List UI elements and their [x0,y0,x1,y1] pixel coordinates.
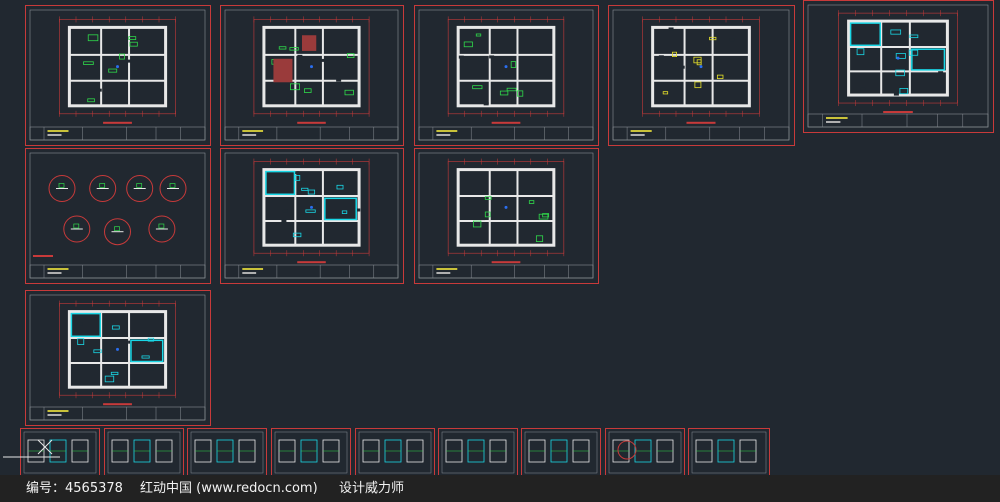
elevation-sheet-3 [187,428,267,475]
elevation-sheet-8 [605,428,685,475]
elevation-sheet-4 [271,428,351,475]
watermark-footer: 编号：4565378 红动中国 (www.redocn.com) 设计威力师 [0,475,1000,502]
sheet-floor-plan-4 [608,5,795,146]
sheet-detail-circles [25,148,211,284]
cad-model-space[interactable] [0,0,1000,475]
elevation-sheet-6 [438,428,518,475]
sheet-floor-plan-8 [25,290,211,426]
drawing-svg [3,0,994,475]
site-text: 红动中国 (www.redocn.com) [140,481,318,496]
sheet-floor-plan-3 [414,5,599,146]
sheet-floor-plan-5 [803,0,994,133]
tag-text: 设计威力师 [339,481,405,496]
elevation-sheet-1 [20,428,100,475]
sheet-floor-plan-7 [414,148,599,284]
elevation-sheet-5 [355,428,435,475]
elevation-sheet-9 [688,428,770,475]
elevation-sheet-7 [521,428,601,475]
sheet-floor-plan-6 [220,148,404,284]
elevation-sheet-2 [104,428,184,475]
sheet-floor-plan-1 [25,5,211,146]
sheet-floor-plan-2 [220,5,404,146]
image-id-text: 编号：4565378 [26,481,123,496]
